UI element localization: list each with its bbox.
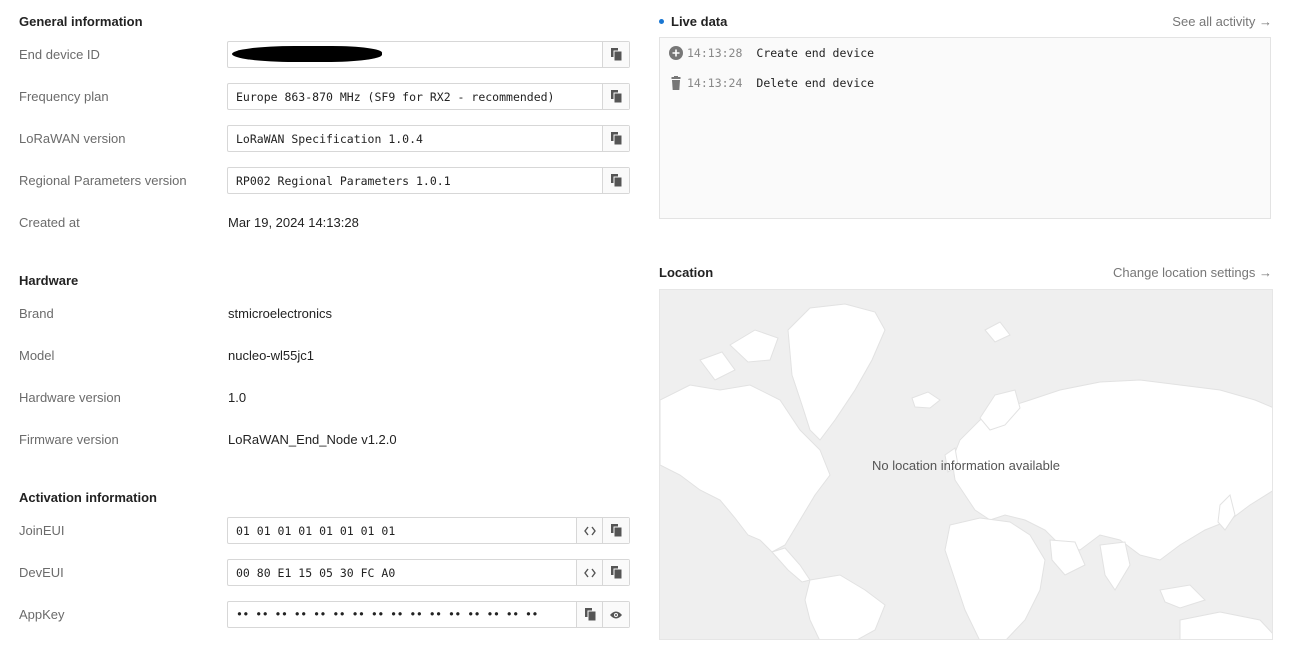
copy-icon: [610, 524, 622, 537]
code-icon: [584, 526, 596, 535]
eye-icon: [610, 611, 622, 618]
event-time: 14:13:24: [687, 76, 743, 90]
end-device-id-label: End device ID: [19, 47, 100, 62]
show-key-button[interactable]: [602, 602, 629, 627]
copy-icon: [610, 48, 622, 61]
frequency-plan-value: Europe 863-870 MHz (SF9 for RX2 - recomm…: [236, 90, 555, 104]
code-icon: [584, 568, 596, 577]
copy-button[interactable]: [602, 518, 629, 543]
frequency-plan-field[interactable]: Europe 863-870 MHz (SF9 for RX2 - recomm…: [227, 83, 630, 110]
firmware-version-value: LoRaWAN_End_Node v1.2.0: [228, 432, 397, 447]
event-row[interactable]: 14:13:24 Delete end device: [669, 75, 875, 91]
end-device-id-field[interactable]: [227, 41, 630, 68]
add-circle-icon: [669, 45, 683, 60]
event-row[interactable]: 14:13:28 Create end device: [669, 45, 875, 61]
created-at-label: Created at: [19, 215, 80, 230]
lorawan-version-label: LoRaWAN version: [19, 131, 126, 146]
change-location-settings-link[interactable]: Change location settings →: [1113, 265, 1272, 280]
event-description: Delete end device: [756, 76, 875, 90]
brand-value: stmicroelectronics: [228, 306, 333, 321]
lorawan-version-field[interactable]: LoRaWAN Specification 1.0.4: [227, 125, 630, 152]
copy-button[interactable]: [602, 126, 629, 151]
copy-icon: [610, 132, 622, 145]
joineui-field[interactable]: 01 01 01 01 01 01 01 01: [227, 517, 630, 544]
hardware-version-value: 1.0: [228, 390, 247, 405]
trash-icon: [669, 75, 683, 90]
regional-parameters-value: RP002 Regional Parameters 1.0.1: [236, 174, 451, 188]
model-value: nucleo-wl55jc1: [228, 348, 314, 363]
live-data-title-text: Live data: [671, 14, 728, 29]
toggle-format-button[interactable]: [576, 518, 603, 543]
activation-information-title: Activation information: [19, 490, 157, 505]
firmware-version-label: Firmware version: [19, 432, 119, 447]
copy-icon: [610, 90, 622, 103]
copy-button[interactable]: [602, 84, 629, 109]
regional-parameters-field[interactable]: RP002 Regional Parameters 1.0.1: [227, 167, 630, 194]
lorawan-version-value: LoRaWAN Specification 1.0.4: [236, 132, 423, 146]
copy-icon: [610, 566, 622, 579]
deveui-value: 00 80 E1 15 05 30 FC A0: [236, 566, 396, 580]
appkey-field[interactable]: •• •• •• •• •• •• •• •• •• •• •• •• •• •…: [227, 601, 630, 628]
brand-label: Brand: [19, 306, 54, 321]
no-location-message: No location information available: [872, 458, 1060, 473]
toggle-format-button[interactable]: [576, 560, 603, 585]
copy-icon: [584, 608, 596, 621]
live-data-panel: 14:13:28 Create end device 14:13:24 Delete…: [659, 37, 1271, 219]
location-title: Location: [659, 265, 714, 280]
live-data-title: Live data: [659, 14, 727, 29]
deveui-field[interactable]: 00 80 E1 15 05 30 FC A0: [227, 559, 630, 586]
created-at-value: Mar 19, 2024 14:13:28: [228, 215, 359, 230]
appkey-masked-value: •• •• •• •• •• •• •• •• •• •• •• •• •• •…: [236, 607, 538, 621]
redaction-mark: [232, 46, 382, 62]
event-description: Create end device: [756, 46, 875, 60]
model-label: Model: [19, 348, 55, 363]
joineui-value: 01 01 01 01 01 01 01 01: [236, 524, 396, 538]
regional-parameters-label: Regional Parameters version: [19, 173, 187, 188]
copy-button[interactable]: [602, 168, 629, 193]
frequency-plan-label: Frequency plan: [19, 89, 109, 104]
deveui-label: DevEUI: [19, 565, 64, 580]
copy-icon: [610, 174, 622, 187]
hardware-version-label: Hardware version: [19, 390, 121, 405]
hardware-title: Hardware: [19, 273, 79, 288]
world-map[interactable]: No location information available: [659, 289, 1273, 640]
appkey-label: AppKey: [19, 607, 65, 622]
copy-button[interactable]: [602, 42, 629, 67]
live-status-dot: [659, 19, 664, 25]
joineui-label: JoinEUI: [19, 523, 65, 538]
copy-button[interactable]: [576, 602, 603, 627]
copy-button[interactable]: [602, 560, 629, 585]
see-all-activity-link[interactable]: See all activity →: [1172, 14, 1272, 29]
general-information-title: General information: [19, 14, 143, 29]
event-time: 14:13:28: [687, 46, 743, 60]
